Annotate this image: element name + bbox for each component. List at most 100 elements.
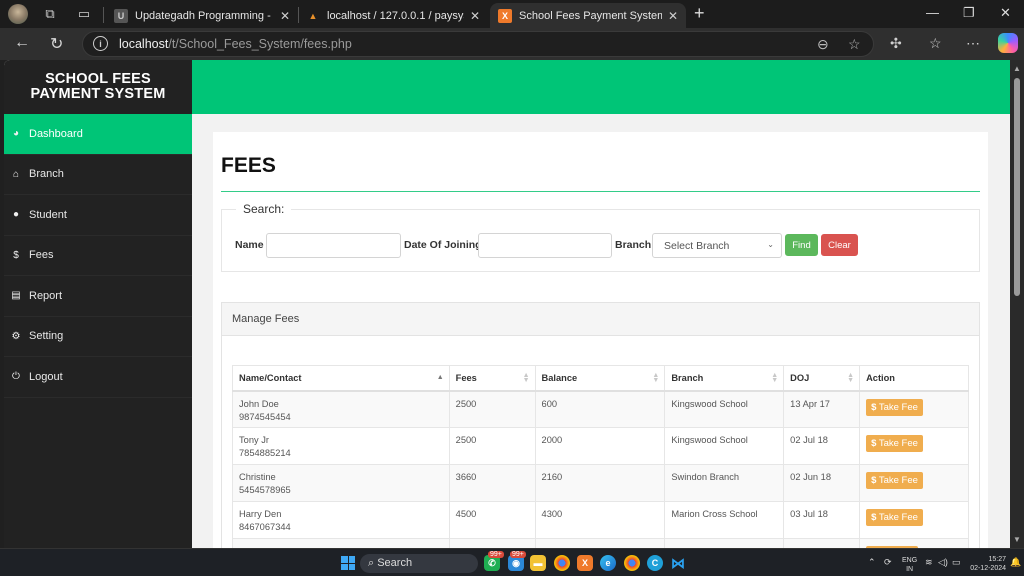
table-header-row: Name/Contact ▲ Fees ▲ ▼ Balance ▲ ▼ Branch ▲ ▼ … [232, 365, 969, 392]
close-tab-icon[interactable]: ✕ [280, 9, 290, 23]
notification-bell-icon[interactable]: 🔔 [1010, 557, 1021, 568]
close-tab-icon[interactable]: ✕ [470, 9, 480, 23]
find-button[interactable]: Find [785, 234, 818, 256]
favorites-icon[interactable]: ☆ [929, 35, 942, 52]
sidebar-item-fees[interactable]: $ Fees [4, 236, 192, 276]
sync-icon[interactable]: ⟳ [884, 557, 892, 568]
scrollbar-thumb[interactable] [1014, 78, 1020, 296]
favorite-star-icon[interactable]: ☆ [848, 36, 861, 53]
take-fee-button[interactable]: $ Take Fee [866, 509, 923, 526]
sidebar-item-student[interactable]: ● Student [4, 195, 192, 236]
cell-action: $ Take Fee [859, 427, 969, 465]
cell-branch: Kingswood School [664, 390, 785, 428]
take-fee-button[interactable]: $ Take Fee [866, 398, 923, 416]
page-title: FEES [221, 154, 276, 177]
new-tab-button[interactable]: + [694, 3, 705, 24]
take-fee-button[interactable]: $ Take Fee [866, 435, 923, 452]
tab-school-fees[interactable]: X School Fees Payment System ✕ [490, 3, 686, 28]
sort-both-icon: ▲ ▼ [771, 372, 779, 384]
power-icon: ⏻ [12, 371, 20, 383]
browser-tab-bar: ⧉ ▭ U Updategadh Programming - Upd ✕ ▲ l… [0, 0, 1024, 28]
sidebar-item-dashboard[interactable]: ◕ Dashboard [4, 114, 192, 155]
cell-branch: Swindon Branch [664, 464, 785, 502]
chrome-icon[interactable] [624, 555, 640, 571]
phpmyadmin-favicon-icon: ▲ [308, 10, 318, 21]
table-row: Harry Den 8467067344 4500 4300 Marion Cro… [232, 501, 969, 539]
profile-avatar[interactable] [8, 4, 28, 24]
cell-balance: 4300 [534, 501, 666, 539]
tab-updategadh[interactable]: U Updategadh Programming - Upd ✕ [106, 3, 298, 28]
wifi-icon[interactable]: ≋ [925, 557, 933, 568]
sidebar-item-logout[interactable]: ⏻ Logout [4, 357, 192, 398]
chevron-down-icon: ⌄ [767, 240, 774, 249]
close-window-button[interactable]: ✕ [1000, 5, 1011, 21]
xampp-icon[interactable]: X [577, 555, 593, 571]
ug-favicon-icon: U [114, 8, 128, 23]
tab-separator [103, 7, 104, 23]
scroll-up-arrow-icon[interactable]: ▲ [1013, 64, 1021, 73]
panel-title: Manage Fees [222, 303, 979, 336]
reload-icon[interactable]: ↻ [50, 34, 63, 54]
cell-name-contact: Christine 5454578965 [232, 464, 450, 502]
site-info-icon[interactable]: i [93, 36, 108, 51]
battery-icon[interactable]: ▭ [952, 557, 961, 568]
language-indicator[interactable]: ENG IN [902, 556, 917, 574]
sort-both-icon: ▲ ▼ [522, 372, 530, 384]
chrome-icon[interactable] [554, 555, 570, 571]
branch-select[interactable]: Select Branch ⌄ [652, 233, 782, 258]
cell-doj: 03 Jul 18 [783, 501, 861, 539]
more-menu-icon[interactable]: ⋯ [966, 35, 980, 52]
vscode-icon[interactable]: ⋈ [670, 555, 686, 571]
scroll-down-arrow-icon[interactable]: ▼ [1013, 535, 1021, 544]
top-header-bar [192, 60, 1010, 114]
column-header-balance[interactable]: Balance ▲ ▼ [534, 365, 666, 392]
edge-icon[interactable]: e [600, 555, 616, 571]
column-header-doj[interactable]: DOJ ▲ ▼ [783, 365, 861, 392]
extensions-icon[interactable]: ✣ [890, 35, 902, 52]
back-arrow-icon[interactable]: ← [14, 34, 30, 52]
dollar-icon: $ [871, 475, 877, 486]
xampp-favicon-icon: X [498, 8, 512, 23]
file-explorer-icon[interactable]: ▬ [530, 555, 546, 571]
copilot-icon[interactable] [998, 33, 1018, 53]
address-bar[interactable]: i localhost/t/School_Fees_System/fees.ph… [82, 31, 874, 57]
sort-asc-icon: ▲ [436, 374, 444, 381]
canva-icon[interactable]: C [647, 555, 663, 571]
take-fee-button[interactable]: $ Take Fee [866, 472, 923, 489]
dollar-icon: $ [871, 438, 877, 449]
cell-fees: 2500 [448, 390, 536, 428]
search-legend: Search: [236, 202, 292, 216]
sidebar: SCHOOL FEES PAYMENT SYSTEM ◕ Dashboard ⌂ … [4, 60, 192, 548]
column-header-fees[interactable]: Fees ▲ ▼ [448, 365, 536, 392]
clear-button[interactable]: Clear [821, 234, 858, 256]
workspaces-icon[interactable]: ⧉ [40, 4, 60, 24]
sidebar-item-setting[interactable]: ⚙ Setting [4, 317, 192, 357]
tab-actions-icon[interactable]: ▭ [74, 4, 94, 24]
name-input[interactable] [266, 233, 401, 258]
minimize-button[interactable]: — [926, 5, 939, 20]
table-row: Tony Jr 7854885214 2500 2000 Kingswood Sc… [232, 427, 969, 465]
tab-phpmyadmin[interactable]: ▲ localhost / 127.0.0.1 / paysystem / ✕ [298, 3, 488, 28]
name-label: Name [235, 239, 264, 251]
column-header-branch[interactable]: Branch ▲ ▼ [664, 365, 785, 392]
page-scrollbar[interactable]: ▲ ▼ [1010, 60, 1024, 548]
zoom-out-icon[interactable]: ⊖ [817, 36, 829, 53]
sort-both-icon: ▲ ▼ [652, 372, 660, 384]
show-hidden-icons[interactable]: ⌃ [868, 557, 876, 568]
close-tab-icon[interactable]: ✕ [668, 9, 678, 23]
sidebar-item-report[interactable]: ▤ Report [4, 276, 192, 317]
url-text[interactable]: localhost/t/School_Fees_System/fees.php [119, 37, 352, 51]
volume-icon[interactable]: ◁) [938, 557, 948, 568]
sidebar-item-branch[interactable]: ⌂ Branch [4, 155, 192, 195]
browser-toolbar: ← ↻ i localhost/t/School_Fees_System/fee… [0, 28, 1024, 60]
clock[interactable]: 15:27 02-12-2024 [966, 555, 1006, 573]
taskbar-search[interactable]: ⌕ Search [360, 554, 478, 573]
notification-badge: 99+ [510, 551, 526, 558]
restore-button[interactable]: ❐ [963, 5, 975, 21]
doj-input[interactable] [478, 233, 612, 258]
fees-table: Name/Contact ▲ Fees ▲ ▼ Balance ▲ ▼ Branch ▲ ▼ … [232, 365, 969, 548]
title-divider [221, 191, 980, 192]
column-header-name[interactable]: Name/Contact ▲ [232, 365, 450, 392]
windows-start-icon[interactable] [341, 556, 355, 570]
dollar-icon: $ [871, 512, 877, 523]
